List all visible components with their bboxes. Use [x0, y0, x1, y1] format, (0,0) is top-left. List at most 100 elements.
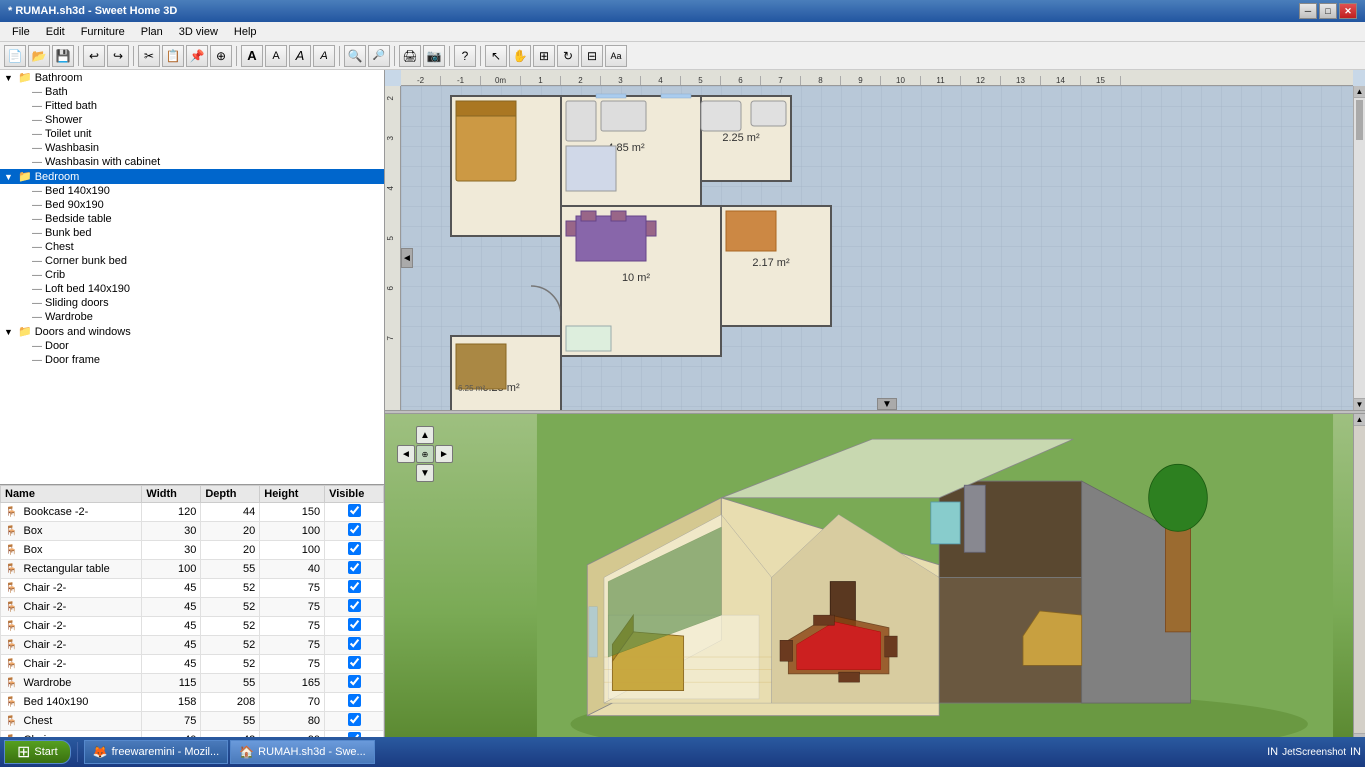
tool-zoom-in[interactable]: 🔍 — [344, 45, 366, 67]
visibility-checkbox[interactable] — [348, 656, 361, 669]
tree-item-15[interactable]: —Loft bed 140x190 — [0, 282, 384, 296]
visibility-checkbox[interactable] — [348, 561, 361, 574]
cell-visible[interactable] — [325, 560, 384, 579]
tool-text-a3[interactable]: A — [289, 45, 311, 67]
menu-3dview[interactable]: 3D view — [171, 24, 226, 40]
tool-help[interactable]: ? — [454, 45, 476, 67]
3d-view[interactable]: ▲ ▼ ◄ ► ⊕ — [385, 414, 1365, 745]
cell-visible[interactable] — [325, 617, 384, 636]
cell-visible[interactable] — [325, 693, 384, 712]
taskbar-item-sweethome[interactable]: 🏠 RUMAH.sh3d - Swe... — [230, 740, 375, 764]
tree-item-6[interactable]: —Washbasin with cabinet — [0, 155, 384, 169]
nav-right[interactable]: ► — [435, 445, 453, 463]
tool-copy[interactable]: 📋 — [162, 45, 184, 67]
visibility-checkbox[interactable] — [348, 637, 361, 650]
tool-text-a2[interactable]: A — [265, 45, 287, 67]
tool-undo[interactable]: ↩ — [83, 45, 105, 67]
tool-print[interactable]: 🖨 — [399, 45, 421, 67]
col-height[interactable]: Height — [260, 486, 325, 503]
scroll-down-btn[interactable]: ▼ — [877, 398, 897, 410]
tool-photo[interactable]: 📷 — [423, 45, 445, 67]
nav-down[interactable]: ▼ — [416, 464, 434, 482]
scroll-left-btn[interactable]: ◄ — [401, 248, 413, 268]
tree-item-16[interactable]: —Sliding doors — [0, 296, 384, 310]
col-width[interactable]: Width — [142, 486, 201, 503]
visibility-checkbox[interactable] — [348, 675, 361, 688]
table-row[interactable]: 🪑 Wardrobe 115 55 165 — [1, 674, 384, 693]
tree-item-3[interactable]: —Shower — [0, 113, 384, 127]
cell-visible[interactable] — [325, 712, 384, 731]
tool-rotate[interactable]: ↻ — [557, 45, 579, 67]
menu-edit[interactable]: Edit — [38, 24, 73, 40]
table-row[interactable]: 🪑 Chair -2- 45 52 75 — [1, 617, 384, 636]
tree-item-0[interactable]: ▼📁Bathroom — [0, 70, 384, 85]
tool-new[interactable]: 📄 — [4, 45, 26, 67]
table-row[interactable]: 🪑 Chair -2- 45 52 75 — [1, 655, 384, 674]
tool-add[interactable]: ⊕ — [210, 45, 232, 67]
menu-furniture[interactable]: Furniture — [73, 24, 133, 40]
nav-left[interactable]: ◄ — [397, 445, 415, 463]
visibility-checkbox[interactable] — [348, 580, 361, 593]
table-row[interactable]: 🪑 Chair -2- 45 52 75 — [1, 598, 384, 617]
cell-visible[interactable] — [325, 579, 384, 598]
tool-text-a1[interactable]: A — [241, 45, 263, 67]
tree-item-1[interactable]: —Bath — [0, 85, 384, 99]
table-row[interactable]: 🪑 Box 30 20 100 — [1, 522, 384, 541]
menu-help[interactable]: Help — [226, 24, 265, 40]
floor-plan[interactable]: -2 -1 0m 1 2 3 4 5 6 7 8 9 10 11 12 13 1 — [385, 70, 1365, 410]
cell-visible[interactable] — [325, 636, 384, 655]
cell-visible[interactable] — [325, 503, 384, 522]
tree-item-9[interactable]: —Bed 90x190 — [0, 198, 384, 212]
nav-center[interactable]: ⊕ — [416, 445, 434, 463]
tool-draw-wall[interactable]: ⊞ — [533, 45, 555, 67]
tree-item-14[interactable]: —Crib — [0, 268, 384, 282]
cell-visible[interactable] — [325, 541, 384, 560]
taskbar-item-firefox[interactable]: 🦊 freewaremini - Mozil... — [84, 740, 229, 764]
cell-visible[interactable] — [325, 674, 384, 693]
tree-item-7[interactable]: ▼📁Bedroom — [0, 169, 384, 184]
menu-file[interactable]: File — [4, 24, 38, 40]
tree-item-18[interactable]: ▼📁Doors and windows — [0, 324, 384, 339]
tree-item-20[interactable]: —Door frame — [0, 353, 384, 367]
tool-cut[interactable]: ✂ — [138, 45, 160, 67]
table-row[interactable]: 🪑 Rectangular table 100 55 40 — [1, 560, 384, 579]
tool-cursor[interactable]: ↖ — [485, 45, 507, 67]
tree-item-11[interactable]: —Bunk bed — [0, 226, 384, 240]
table-row[interactable]: 🪑 Chest 75 55 80 — [1, 712, 384, 731]
furniture-tree[interactable]: ▼📁Bathroom—Bath—Fitted bath—Shower—Toile… — [0, 70, 384, 485]
visibility-checkbox[interactable] — [348, 599, 361, 612]
tool-label[interactable]: Aa — [605, 45, 627, 67]
cell-visible[interactable] — [325, 522, 384, 541]
table-row[interactable]: 🪑 Chair -2- 45 52 75 — [1, 636, 384, 655]
tool-pan[interactable]: ✋ — [509, 45, 531, 67]
maximize-button[interactable]: □ — [1319, 3, 1337, 19]
tool-paste[interactable]: 📌 — [186, 45, 208, 67]
visibility-checkbox[interactable] — [348, 694, 361, 707]
col-name[interactable]: Name — [1, 486, 142, 503]
tree-item-17[interactable]: —Wardrobe — [0, 310, 384, 324]
cell-visible[interactable] — [325, 655, 384, 674]
table-row[interactable]: 🪑 Bed 140x190 158 208 70 — [1, 693, 384, 712]
furniture-table-area[interactable]: Name Width Depth Height Visible 🪑 Bookca… — [0, 485, 384, 745]
close-button[interactable]: ✕ — [1339, 3, 1357, 19]
minimize-button[interactable]: ─ — [1299, 3, 1317, 19]
visibility-checkbox[interactable] — [348, 713, 361, 726]
tree-item-5[interactable]: —Washbasin — [0, 141, 384, 155]
tree-item-13[interactable]: —Corner bunk bed — [0, 254, 384, 268]
col-visible[interactable]: Visible — [325, 486, 384, 503]
nav-up[interactable]: ▲ — [416, 426, 434, 444]
tool-align[interactable]: ⊟ — [581, 45, 603, 67]
table-row[interactable]: 🪑 Bookcase -2- 120 44 150 — [1, 503, 384, 522]
vscroll-plan[interactable]: ▲ ▼ — [1353, 86, 1365, 410]
tree-item-4[interactable]: —Toilet unit — [0, 127, 384, 141]
tool-redo[interactable]: ↪ — [107, 45, 129, 67]
cell-visible[interactable] — [325, 598, 384, 617]
tree-item-2[interactable]: —Fitted bath — [0, 99, 384, 113]
tool-text-a4[interactable]: A — [313, 45, 335, 67]
visibility-checkbox[interactable] — [348, 618, 361, 631]
menu-plan[interactable]: Plan — [133, 24, 171, 40]
tool-open[interactable]: 📂 — [28, 45, 50, 67]
col-depth[interactable]: Depth — [201, 486, 260, 503]
visibility-checkbox[interactable] — [348, 542, 361, 555]
tool-save[interactable]: 💾 — [52, 45, 74, 67]
